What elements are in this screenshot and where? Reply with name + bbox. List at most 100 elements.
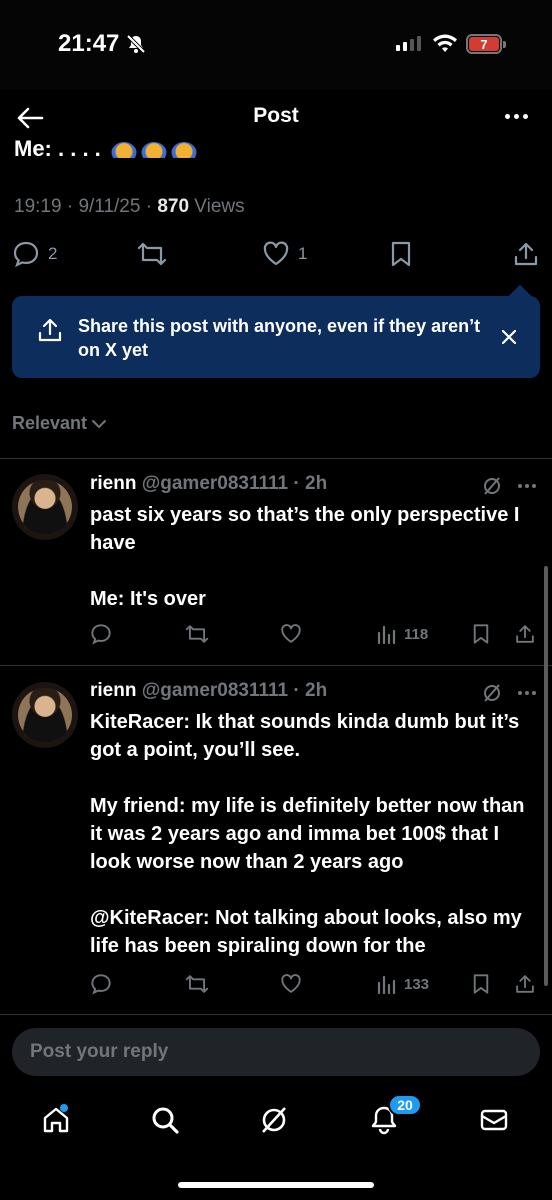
views-button[interactable]: 118 [376, 623, 428, 645]
screaming-emoji-icon [170, 142, 197, 158]
bookmark-icon [391, 241, 411, 267]
bell-off-icon [126, 34, 146, 54]
reply-header: rienn @gamer0831111 · 2h [90, 680, 328, 701]
reply-text: KiteRacer: Ik that sounds kinda dumb but… [90, 711, 525, 957]
share-icon [514, 242, 538, 266]
reply-button[interactable] [90, 623, 112, 645]
more-options-icon[interactable] [505, 114, 528, 119]
post-date: 9/11/25 [78, 196, 141, 217]
view-count: 133 [404, 975, 430, 993]
bookmark-button[interactable] [388, 240, 414, 268]
reply-button[interactable] [90, 973, 112, 995]
post-timestamp: 19:19 · 9/11/25 · 870 Views [14, 196, 245, 217]
sort-label: Relevant [12, 413, 88, 433]
reply-text: past six years so that’s the only perspe… [90, 504, 520, 610]
screaming-emoji-icon [110, 142, 137, 158]
grok-icon [262, 1107, 286, 1133]
author-handle[interactable]: @gamer0831111 [142, 680, 288, 701]
analytics-icon [377, 625, 396, 645]
repost-icon [185, 975, 209, 993]
analytics-icon [377, 975, 396, 995]
like-button[interactable] [280, 623, 302, 645]
avatar[interactable] [12, 682, 78, 748]
views-count: 870 [157, 196, 190, 217]
author-handle[interactable]: @gamer0831111 [142, 473, 288, 494]
like-button[interactable] [280, 973, 302, 995]
like-button[interactable]: 1 [262, 240, 307, 268]
repost-icon [137, 242, 167, 266]
heart-icon [281, 624, 301, 643]
close-icon[interactable] [500, 328, 518, 346]
bookmark-icon [473, 974, 489, 994]
share-icon [516, 975, 534, 993]
bookmark-icon [473, 624, 489, 644]
heart-icon [263, 241, 289, 266]
divider [0, 665, 552, 666]
battery-level: 7 [469, 37, 499, 52]
tab-messages[interactable] [472, 1100, 516, 1140]
reply-icon [91, 624, 111, 645]
author-name[interactable]: rienn [90, 680, 136, 701]
post-action-bar: 2 1 [0, 240, 552, 274]
status-time: 21:47 [58, 30, 120, 57]
bottom-tab-bar: 20 [0, 1086, 552, 1200]
reply-action-bar: 118 [0, 623, 552, 649]
repost-button[interactable] [184, 973, 210, 995]
share-icon [38, 318, 62, 342]
views-label: Views [194, 196, 245, 217]
reply-input[interactable] [12, 1028, 540, 1076]
reply-icon [91, 974, 111, 995]
share-button[interactable] [512, 240, 540, 268]
views-button[interactable]: 133 [376, 973, 429, 995]
grok-icon[interactable] [482, 476, 502, 496]
grok-icon[interactable] [482, 683, 502, 703]
view-count: 118 [404, 625, 429, 643]
reply-header: rienn @gamer0831111 · 2h [90, 473, 328, 494]
author-name[interactable]: rienn [90, 473, 136, 494]
heart-icon [281, 974, 301, 993]
screaming-emoji-icon [140, 142, 167, 158]
reply-time: 2h [305, 680, 328, 701]
sort-dropdown[interactable]: Relevant [12, 413, 107, 434]
tab-search[interactable] [143, 1100, 187, 1140]
reply-compose-box[interactable] [12, 1028, 540, 1076]
signal-icon [396, 36, 421, 51]
tab-notifications[interactable]: 20 [362, 1094, 422, 1140]
chevron-down-icon [92, 419, 107, 428]
repost-icon [185, 625, 209, 643]
home-indicator [178, 1182, 374, 1188]
reply-count: 2 [48, 244, 58, 263]
reply-action-bar: 133 [0, 973, 552, 999]
battery-icon: 7 [466, 34, 506, 54]
top-nav-bar: Post [0, 90, 552, 146]
scrollbar[interactable] [544, 566, 548, 986]
mail-icon [480, 1109, 508, 1131]
share-icon [516, 625, 534, 643]
like-count: 1 [298, 244, 308, 263]
bookmark-button[interactable] [470, 973, 492, 995]
more-options-icon[interactable] [518, 691, 536, 695]
reply-button[interactable]: 2 [12, 240, 57, 268]
more-options-icon[interactable] [518, 484, 536, 488]
repost-button[interactable] [136, 240, 176, 268]
unread-dot [60, 1104, 68, 1112]
bookmark-button[interactable] [470, 623, 492, 645]
share-button[interactable] [514, 973, 536, 995]
share-button[interactable] [514, 623, 536, 645]
tab-grok[interactable] [252, 1100, 296, 1140]
page-title: Post [253, 104, 299, 127]
status-bar: 21:47 7 [0, 0, 552, 90]
divider [0, 1014, 552, 1015]
reply-time: 2h [305, 473, 328, 494]
reply-icon [13, 241, 39, 268]
repost-button[interactable] [184, 623, 210, 645]
share-banner-text: Share this post with anyone, even if the… [78, 316, 481, 360]
post-time: 19:19 [14, 196, 62, 217]
wifi-icon [433, 34, 457, 52]
avatar[interactable] [12, 474, 78, 540]
notification-badge: 20 [388, 1094, 422, 1116]
share-banner[interactable]: Share this post with anyone, even if the… [12, 284, 540, 378]
tab-home[interactable] [34, 1100, 78, 1140]
post-text-clipped: Me: . . . . [14, 140, 197, 158]
divider [0, 458, 552, 459]
